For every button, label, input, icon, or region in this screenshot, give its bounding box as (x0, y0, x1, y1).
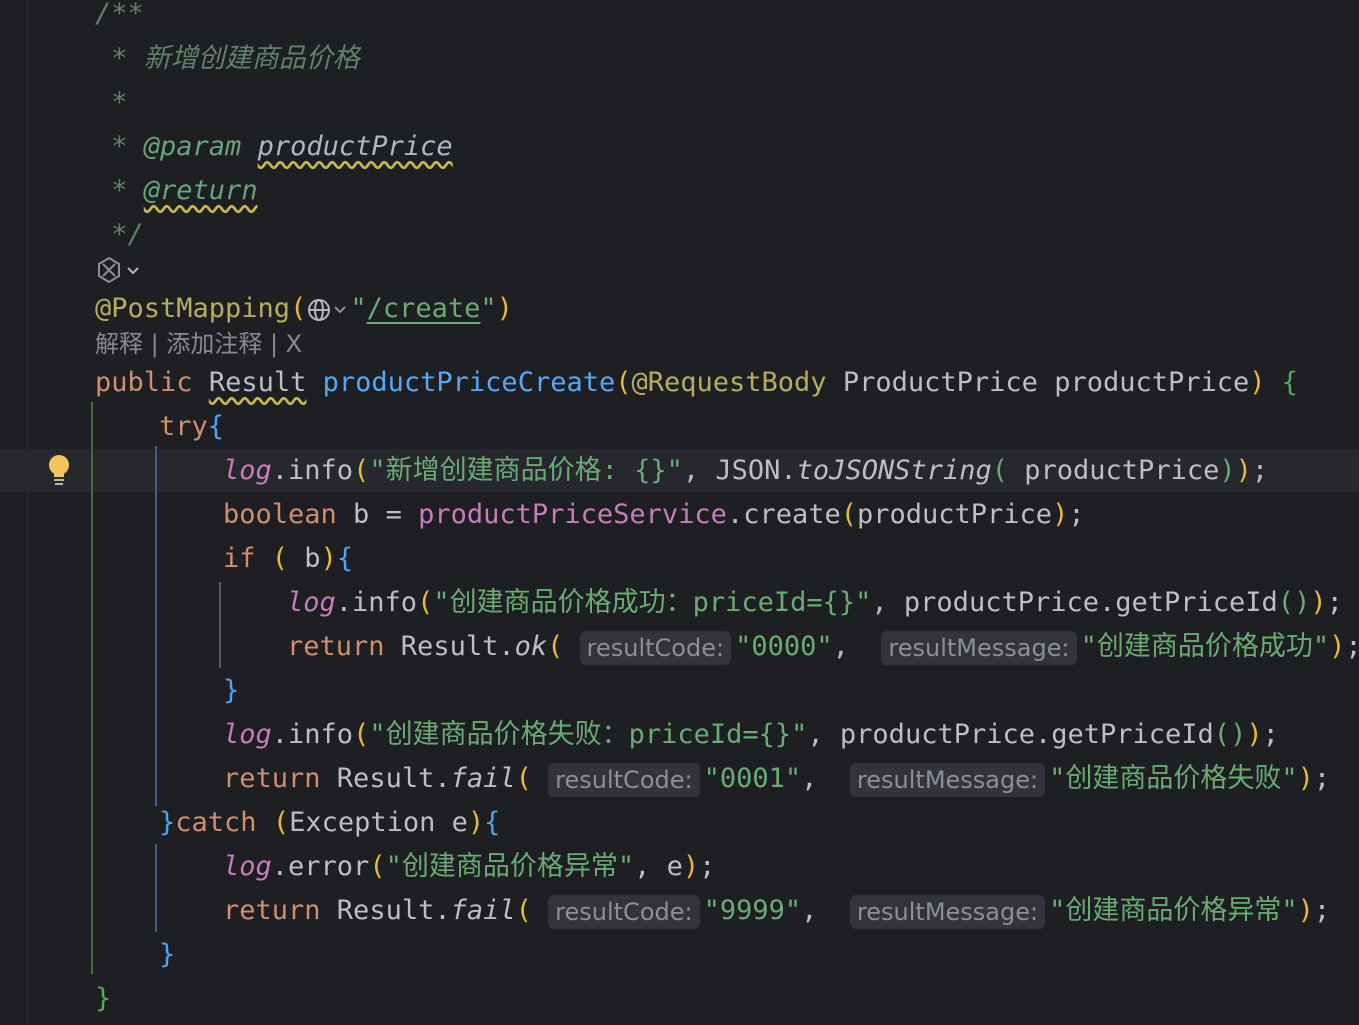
indent-guide (91, 402, 93, 974)
code-line-log-info-fail: log.info("创建商品价格失败：priceId={}", productP… (223, 719, 1279, 750)
doc-comment-close: */ (95, 219, 144, 250)
doc-comment-return: * @return (95, 175, 258, 206)
ai-assistant-icon[interactable] (95, 256, 143, 286)
inlay-hint-result-code: resultCode: (548, 762, 700, 797)
doc-comment-blank: * (95, 87, 128, 118)
inlay-hint-result-message: resultMessage: (881, 630, 1077, 665)
code-line-log-error: log.error("创建商品价格异常", e); (223, 851, 716, 882)
code-line-if: if ( b){ (223, 543, 354, 574)
code-line-return-fail-0001: return Result.fail( resultCode: "0001", r… (223, 757, 1330, 801)
doc-comment-open: /** (95, 0, 144, 29)
inlay-hint-result-message: resultMessage: (849, 894, 1046, 929)
editor-gutter (0, 0, 28, 1025)
doc-comment-description: * 新增创建商品价格 (95, 43, 360, 74)
code-line-catch-close: } (159, 939, 176, 970)
lightbulb-icon[interactable] (46, 453, 72, 487)
code-line-log-info-success: log.info("创建商品价格成功：priceId={}", productP… (287, 587, 1343, 618)
inlay-hint-result-code: resultCode: (548, 894, 700, 929)
code-line-return-fail-9999: return Result.fail( resultCode: "9999", r… (223, 889, 1330, 933)
code-line-if-close: } (223, 675, 240, 706)
indent-guide (219, 582, 221, 668)
code-line-catch: }catch (Exception e){ (159, 807, 501, 838)
inlay-hint-result-code: resultCode: (579, 630, 732, 665)
code-line-boolean: boolean b = productPriceService.create(p… (223, 499, 1085, 530)
code-line-method-close: } (95, 983, 112, 1014)
method-signature: public Result productPriceCreate(@Reques… (95, 367, 1299, 398)
indent-guide (155, 446, 157, 806)
inlay-hint-result-message: resultMessage: (849, 762, 1046, 797)
code-line-return-ok: return Result.ok( resultCode: "0000", res… (287, 625, 1359, 669)
try-line: try{ (159, 411, 225, 442)
code-lens-actions[interactable]: 解释 | 添加注释 | X (95, 324, 302, 364)
indent-guide (155, 844, 157, 932)
doc-comment-param: * @param productPrice (95, 131, 453, 162)
globe-icon[interactable] (306, 295, 350, 325)
code-line-log-info-create: log.info("新增创建商品价格: {}", JSON.toJSONStri… (223, 455, 1269, 486)
mapping-path-link[interactable]: /create (367, 293, 481, 324)
